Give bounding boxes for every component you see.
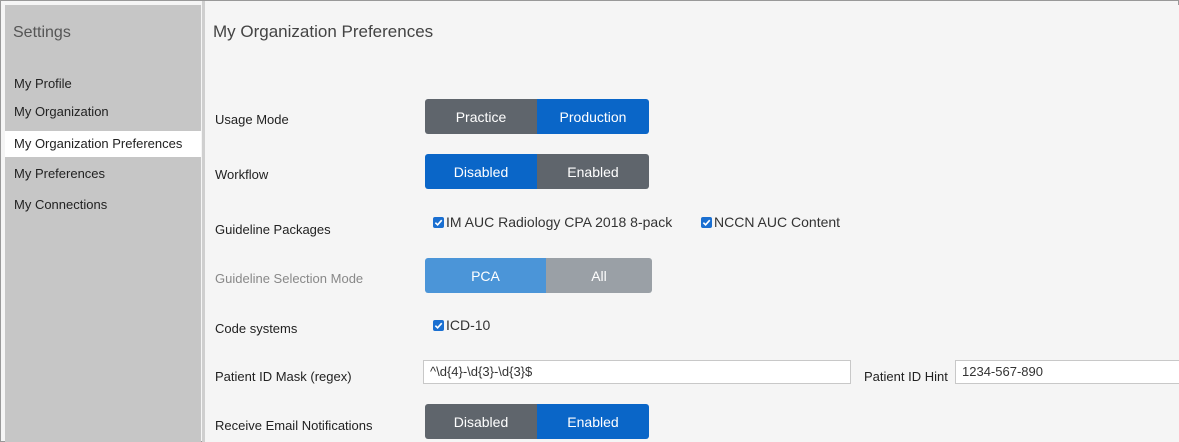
settings-window: Settings My Profile My Organization My O… [0,0,1179,442]
sidebar-item-my-profile[interactable]: My Profile [5,71,201,97]
guideline-selection-all-button[interactable]: All [546,258,652,293]
sidebar-item-my-connections[interactable]: My Connections [5,192,201,218]
usage-mode-toggle: Practice Production [425,99,649,134]
email-notifications-label: Receive Email Notifications [215,418,373,433]
guideline-packages-label: Guideline Packages [215,222,331,237]
checkbox-checked-icon[interactable] [701,216,712,228]
sidebar-item-my-organization-preferences[interactable]: My Organization Preferences [5,131,201,157]
guideline-selection-mode-label: Guideline Selection Mode [215,271,364,286]
guideline-package-label: NCCN AUC Content [714,214,841,230]
patient-id-mask-input[interactable]: ^\d{4}-\d{3}-\d{3}$ [423,360,851,384]
sidebar-title: Settings [13,24,71,41]
guideline-selection-pca-button[interactable]: PCA [425,258,546,293]
guideline-package-nccn[interactable]: NCCN AUC Content [701,214,840,230]
usage-mode-production-button[interactable]: Production [537,99,649,134]
patient-id-mask-label: Patient ID Mask (regex) [215,369,352,384]
sidebar: Settings My Profile My Organization My O… [5,5,201,442]
sidebar-divider [202,1,205,442]
email-notifications-toggle: Disabled Enabled [425,404,649,439]
patient-id-hint-label: Patient ID Hint [864,369,948,384]
main-panel: My Organization Preferences Usage Mode P… [205,5,1179,442]
usage-mode-practice-button[interactable]: Practice [425,99,537,134]
checkbox-checked-icon[interactable] [433,319,444,331]
page-title: My Organization Preferences [213,22,434,41]
code-system-icd10[interactable]: ICD-10 [433,317,490,333]
code-systems-label: Code systems [215,321,298,336]
patient-id-hint-input[interactable]: 1234-567-890 [955,360,1179,384]
workflow-enabled-button[interactable]: Enabled [537,154,649,189]
workflow-toggle: Disabled Enabled [425,154,649,189]
guideline-package-label: IM AUC Radiology CPA 2018 8-pack [446,214,673,230]
workflow-disabled-button[interactable]: Disabled [425,154,537,189]
code-system-label: ICD-10 [446,317,491,333]
sidebar-item-my-preferences[interactable]: My Preferences [5,161,201,187]
sidebar-item-my-organization[interactable]: My Organization [5,99,201,125]
checkbox-checked-icon[interactable] [433,216,444,228]
email-notifications-disabled-button[interactable]: Disabled [425,404,537,439]
workflow-label: Workflow [215,167,269,182]
guideline-package-im-auc[interactable]: IM AUC Radiology CPA 2018 8-pack [433,214,672,230]
email-notifications-enabled-button[interactable]: Enabled [537,404,649,439]
usage-mode-label: Usage Mode [215,112,289,127]
guideline-selection-mode-toggle: PCA All [425,258,652,293]
